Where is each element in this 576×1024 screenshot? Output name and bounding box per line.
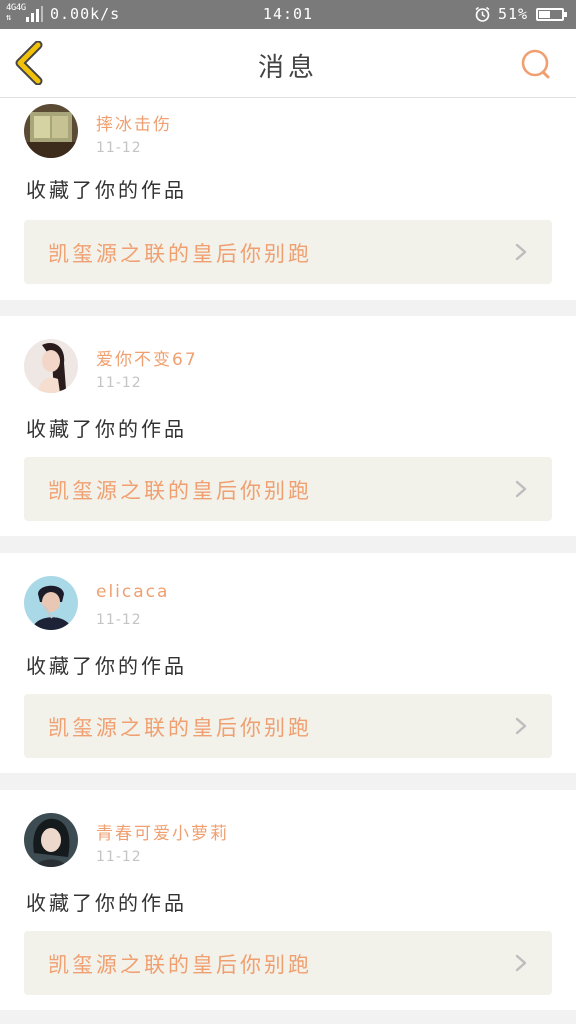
username[interactable]: 青春可爱小萝莉 — [96, 819, 229, 844]
avatar[interactable] — [24, 813, 78, 867]
search-button[interactable] — [516, 45, 556, 85]
avatar-image — [24, 813, 78, 867]
work-link[interactable]: 凯玺源之联的皇后你别跑 — [24, 220, 552, 284]
message-card: 青春可爱小萝莉 11-12 收藏了你的作品 凯玺源之联的皇后你别跑 — [0, 790, 576, 1010]
work-link[interactable]: 凯玺源之联的皇后你别跑 — [24, 931, 552, 995]
action-text: 收藏了你的作品 — [26, 654, 187, 678]
message-list[interactable]: 摔冰击伤 11-12 收藏了你的作品 凯玺源之联的皇后你别跑 爱你不变67 11… — [0, 98, 576, 1024]
message-date: 11-12 — [96, 375, 142, 391]
action-text: 收藏了你的作品 — [26, 178, 187, 202]
avatar-image — [24, 339, 78, 393]
username[interactable]: elicaca — [96, 582, 169, 602]
alarm-icon — [475, 6, 490, 22]
search-icon — [521, 49, 550, 79]
avatar-image — [24, 104, 78, 158]
message-date: 11-12 — [96, 140, 142, 156]
avatar-image — [24, 576, 78, 630]
work-title: 凯玺源之联的皇后你别跑 — [48, 953, 312, 977]
status-bar: 4G4G ⇅ 0.00k/s 14:01 51% — [0, 0, 576, 29]
username[interactable]: 爱你不变67 — [96, 345, 198, 370]
battery-percent: 51% — [498, 5, 529, 23]
battery-icon — [536, 8, 567, 21]
message-date: 11-12 — [96, 612, 142, 628]
page-title: 消息 — [257, 53, 318, 83]
username[interactable]: 摔冰击伤 — [96, 110, 172, 135]
chevron-right-icon — [515, 954, 527, 972]
action-text: 收藏了你的作品 — [26, 891, 187, 915]
message-card: 摔冰击伤 11-12 收藏了你的作品 凯玺源之联的皇后你别跑 — [0, 98, 576, 300]
app-header: 消息 — [0, 29, 576, 98]
work-link[interactable]: 凯玺源之联的皇后你别跑 — [24, 457, 552, 521]
avatar[interactable] — [24, 339, 78, 393]
message-card: elicaca 11-12 收藏了你的作品 凯玺源之联的皇后你别跑 — [0, 553, 576, 773]
action-text: 收藏了你的作品 — [26, 417, 187, 441]
chevron-right-icon — [515, 717, 527, 735]
avatar[interactable] — [24, 576, 78, 630]
work-link[interactable]: 凯玺源之联的皇后你别跑 — [24, 694, 552, 758]
chevron-right-icon — [515, 480, 527, 498]
work-title: 凯玺源之联的皇后你别跑 — [48, 716, 312, 740]
work-title: 凯玺源之联的皇后你别跑 — [48, 479, 312, 503]
avatar[interactable] — [24, 104, 78, 158]
chevron-right-icon — [515, 243, 527, 261]
battery-fill — [539, 11, 551, 18]
message-card: 爱你不变67 11-12 收藏了你的作品 凯玺源之联的皇后你别跑 — [0, 316, 576, 536]
work-title: 凯玺源之联的皇后你别跑 — [48, 242, 312, 266]
message-date: 11-12 — [96, 849, 142, 865]
